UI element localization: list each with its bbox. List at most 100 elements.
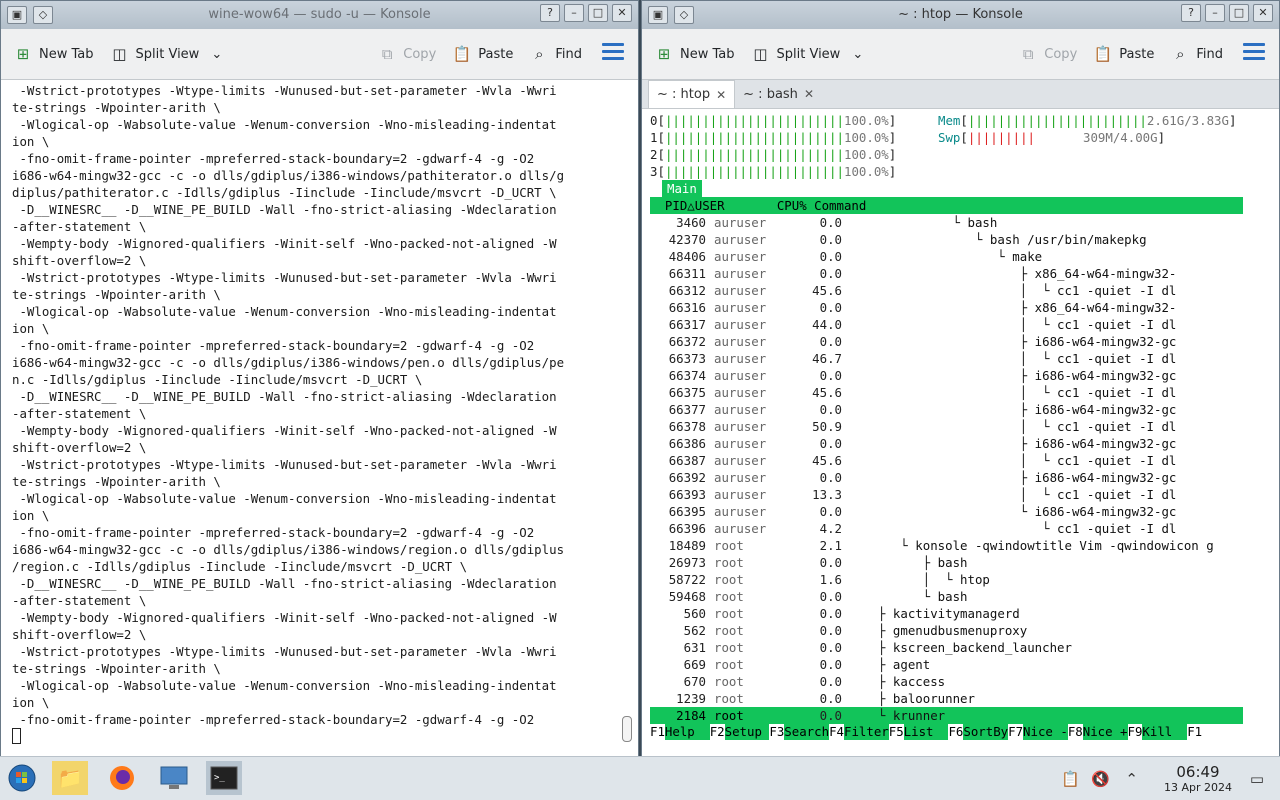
table-row[interactable]: 1239 root 0.0 ├ baloorunner: [650, 690, 1243, 707]
konsole-window-right[interactable]: ▣ ◇ ~ : htop — Konsole ? – □ ✕ ⊞ New Tab …: [641, 0, 1280, 757]
show-desktop-icon[interactable]: ▭: [1250, 770, 1264, 788]
function-key[interactable]: F1: [1187, 723, 1202, 740]
function-key-label[interactable]: List: [903, 723, 949, 740]
htop-main-tab[interactable]: Main: [662, 180, 702, 197]
table-row[interactable]: 66386 auruser 0.0 ├ i686-w64-mingw32-gc: [650, 435, 1243, 452]
table-row[interactable]: 66396 auruser 4.2 └ cc1 -quiet -I dl: [650, 520, 1243, 537]
process-table-header[interactable]: PID△USER CPU% Command: [650, 197, 1243, 214]
new-tab-button[interactable]: ⊞ New Tab: [654, 45, 735, 63]
table-row[interactable]: 66311 auruser 0.0 ├ x86_64-w64-mingw32-: [650, 265, 1243, 282]
function-key-label[interactable]: Setup: [724, 723, 770, 740]
function-key[interactable]: F1: [650, 723, 665, 740]
volume-muted-icon[interactable]: 🔇: [1091, 770, 1110, 788]
split-view-button[interactable]: ◫ Split View ⌄: [751, 45, 863, 63]
scrollbar[interactable]: [622, 80, 632, 756]
terminal-output[interactable]: -Wstrict-prototypes -Wtype-limits -Wunus…: [1, 80, 638, 756]
clipboard-icon[interactable]: 📋: [1061, 770, 1080, 788]
table-row[interactable]: 26973 root 0.0 ├ bash: [650, 554, 1243, 571]
tab-htop[interactable]: ~ : htop ✕: [648, 80, 736, 108]
table-row[interactable]: 66316 auruser 0.0 ├ x86_64-w64-mingw32-: [650, 299, 1243, 316]
close-tab-icon[interactable]: ✕: [804, 87, 814, 101]
table-row[interactable]: 631 root 0.0 ├ kscreen_backend_launcher: [650, 639, 1243, 656]
terminal-line: -D__WINESRC__ -D__WINE_PE_BUILD -Wall -f…: [12, 389, 557, 404]
chevron-up-icon[interactable]: ⌃: [1125, 770, 1138, 788]
start-orb-icon[interactable]: [4, 761, 40, 795]
table-row[interactable]: 59468 root 0.0 └ bash: [650, 588, 1243, 605]
new-tab-button[interactable]: ⊞ New Tab: [13, 45, 94, 63]
function-key[interactable]: F2: [710, 723, 725, 740]
function-key-label[interactable]: Help: [664, 723, 710, 740]
split-view-icon: ◫: [753, 45, 768, 63]
hamburger-menu-icon[interactable]: [1243, 43, 1265, 63]
table-row[interactable]: 560 root 0.0 ├ kactivitymanagerd: [650, 605, 1243, 622]
table-row[interactable]: 42370 auruser 0.0 └ bash /usr/bin/makepkg: [650, 231, 1243, 248]
table-row[interactable]: 66377 auruser 0.0 ├ i686-w64-mingw32-gc: [650, 401, 1243, 418]
table-row[interactable]: 670 root 0.0 ├ kaccess: [650, 673, 1243, 690]
pid-cell: 1239: [676, 691, 706, 706]
help-icon[interactable]: ?: [540, 4, 560, 22]
function-key[interactable]: F9: [1128, 723, 1143, 740]
table-row[interactable]: 66393 auruser 13.3 │ └ cc1 -quiet -I dl: [650, 486, 1243, 503]
function-key-label[interactable]: Nice -: [1023, 723, 1068, 740]
clock[interactable]: 06:49 13 Apr 2024: [1164, 763, 1232, 794]
function-key[interactable]: F5: [889, 723, 904, 740]
table-row[interactable]: 66373 auruser 46.7 │ └ cc1 -quiet -I dl: [650, 350, 1243, 367]
function-key-label[interactable]: Kill: [1142, 723, 1188, 740]
table-row[interactable]: 66372 auruser 0.0 ├ i686-w64-mingw32-gc: [650, 333, 1243, 350]
hamburger-menu-icon[interactable]: [602, 43, 624, 63]
paste-button[interactable]: 📋 Paste: [452, 45, 513, 63]
table-row[interactable]: 66387 auruser 45.6 │ └ cc1 -quiet -I dl: [650, 452, 1243, 469]
close-tab-icon[interactable]: ✕: [716, 88, 726, 102]
function-key[interactable]: F4: [829, 723, 844, 740]
tab-bash[interactable]: ~ : bash ✕: [735, 80, 822, 108]
function-key[interactable]: F8: [1068, 723, 1083, 740]
folder-icon[interactable]: 📁: [52, 761, 88, 795]
copy-button[interactable]: ⧉ Copy: [377, 45, 436, 63]
find-button[interactable]: ⌕ Find: [529, 45, 582, 63]
cpu-cell: 0.0: [819, 334, 842, 349]
table-row[interactable]: 66317 auruser 44.0 │ └ cc1 -quiet -I dl: [650, 316, 1243, 333]
table-row[interactable]: 2184 root 0.0 └ krunner: [650, 707, 1243, 724]
function-key-label[interactable]: SortBy: [963, 723, 1009, 740]
table-row[interactable]: 669 root 0.0 ├ agent: [650, 656, 1243, 673]
table-row[interactable]: 66378 auruser 50.9 │ └ cc1 -quiet -I dl: [650, 418, 1243, 435]
table-row[interactable]: 66312 auruser 45.6 │ └ cc1 -quiet -I dl: [650, 282, 1243, 299]
maximize-icon[interactable]: □: [588, 4, 608, 22]
htop-view[interactable]: 0[||||||||||||||||||||||||100.0%] 1[|||||…: [642, 109, 1279, 756]
table-row[interactable]: 58722 root 1.6 │ └ htop: [650, 571, 1243, 588]
table-row[interactable]: 48406 auruser 0.0 └ make: [650, 248, 1243, 265]
close-icon[interactable]: ✕: [612, 4, 632, 22]
title-bar[interactable]: ▣ ◇ ~ : htop — Konsole ? – □ ✕: [642, 1, 1279, 29]
close-icon[interactable]: ✕: [1253, 4, 1273, 22]
minimize-icon[interactable]: –: [1205, 4, 1225, 22]
copy-button[interactable]: ⧉ Copy: [1018, 45, 1077, 63]
function-key[interactable]: F7: [1008, 723, 1023, 740]
scrollbar-thumb[interactable]: [622, 716, 632, 742]
split-view-button[interactable]: ◫ Split View ⌄: [110, 45, 222, 63]
table-row[interactable]: 3460 auruser 0.0 └ bash: [650, 214, 1243, 231]
table-row[interactable]: 562 root 0.0 ├ gmenudbusmenuproxy: [650, 622, 1243, 639]
table-row[interactable]: 66392 auruser 0.0 ├ i686-w64-mingw32-gc: [650, 469, 1243, 486]
command-cell: └ bash: [878, 589, 968, 604]
function-key[interactable]: F3: [769, 723, 784, 740]
firefox-icon[interactable]: [104, 761, 140, 795]
function-key[interactable]: F6: [948, 723, 963, 740]
function-key-label[interactable]: Search: [784, 723, 830, 740]
terminal-icon[interactable]: >_: [206, 761, 242, 795]
minimize-icon[interactable]: –: [564, 4, 584, 22]
maximize-icon[interactable]: □: [1229, 4, 1249, 22]
system-monitor-icon[interactable]: [156, 761, 192, 795]
function-key-label[interactable]: Nice +: [1082, 723, 1128, 740]
table-row[interactable]: 66375 auruser 45.6 │ └ cc1 -quiet -I dl: [650, 384, 1243, 401]
help-icon[interactable]: ?: [1181, 4, 1201, 22]
pid-cell: 66393: [668, 487, 706, 502]
konsole-window-left[interactable]: ▣ ◇ wine-wow64 — sudo -u — Konsole ? – □…: [0, 0, 639, 757]
find-button[interactable]: ⌕ Find: [1170, 45, 1223, 63]
function-key-label[interactable]: Filter: [843, 723, 889, 740]
title-bar[interactable]: ▣ ◇ wine-wow64 — sudo -u — Konsole ? – □…: [1, 1, 638, 29]
table-row[interactable]: 18489 root 2.1 └ konsole -qwindowtitle Vim…: [650, 537, 1243, 554]
paste-button[interactable]: 📋 Paste: [1093, 45, 1154, 63]
table-row[interactable]: 66395 auruser 0.0 └ i686-w64-mingw32-gc: [650, 503, 1243, 520]
table-row[interactable]: 66374 auruser 0.0 ├ i686-w64-mingw32-gc: [650, 367, 1243, 384]
command-cell: │ └ cc1 -quiet -I dl: [878, 351, 1177, 366]
